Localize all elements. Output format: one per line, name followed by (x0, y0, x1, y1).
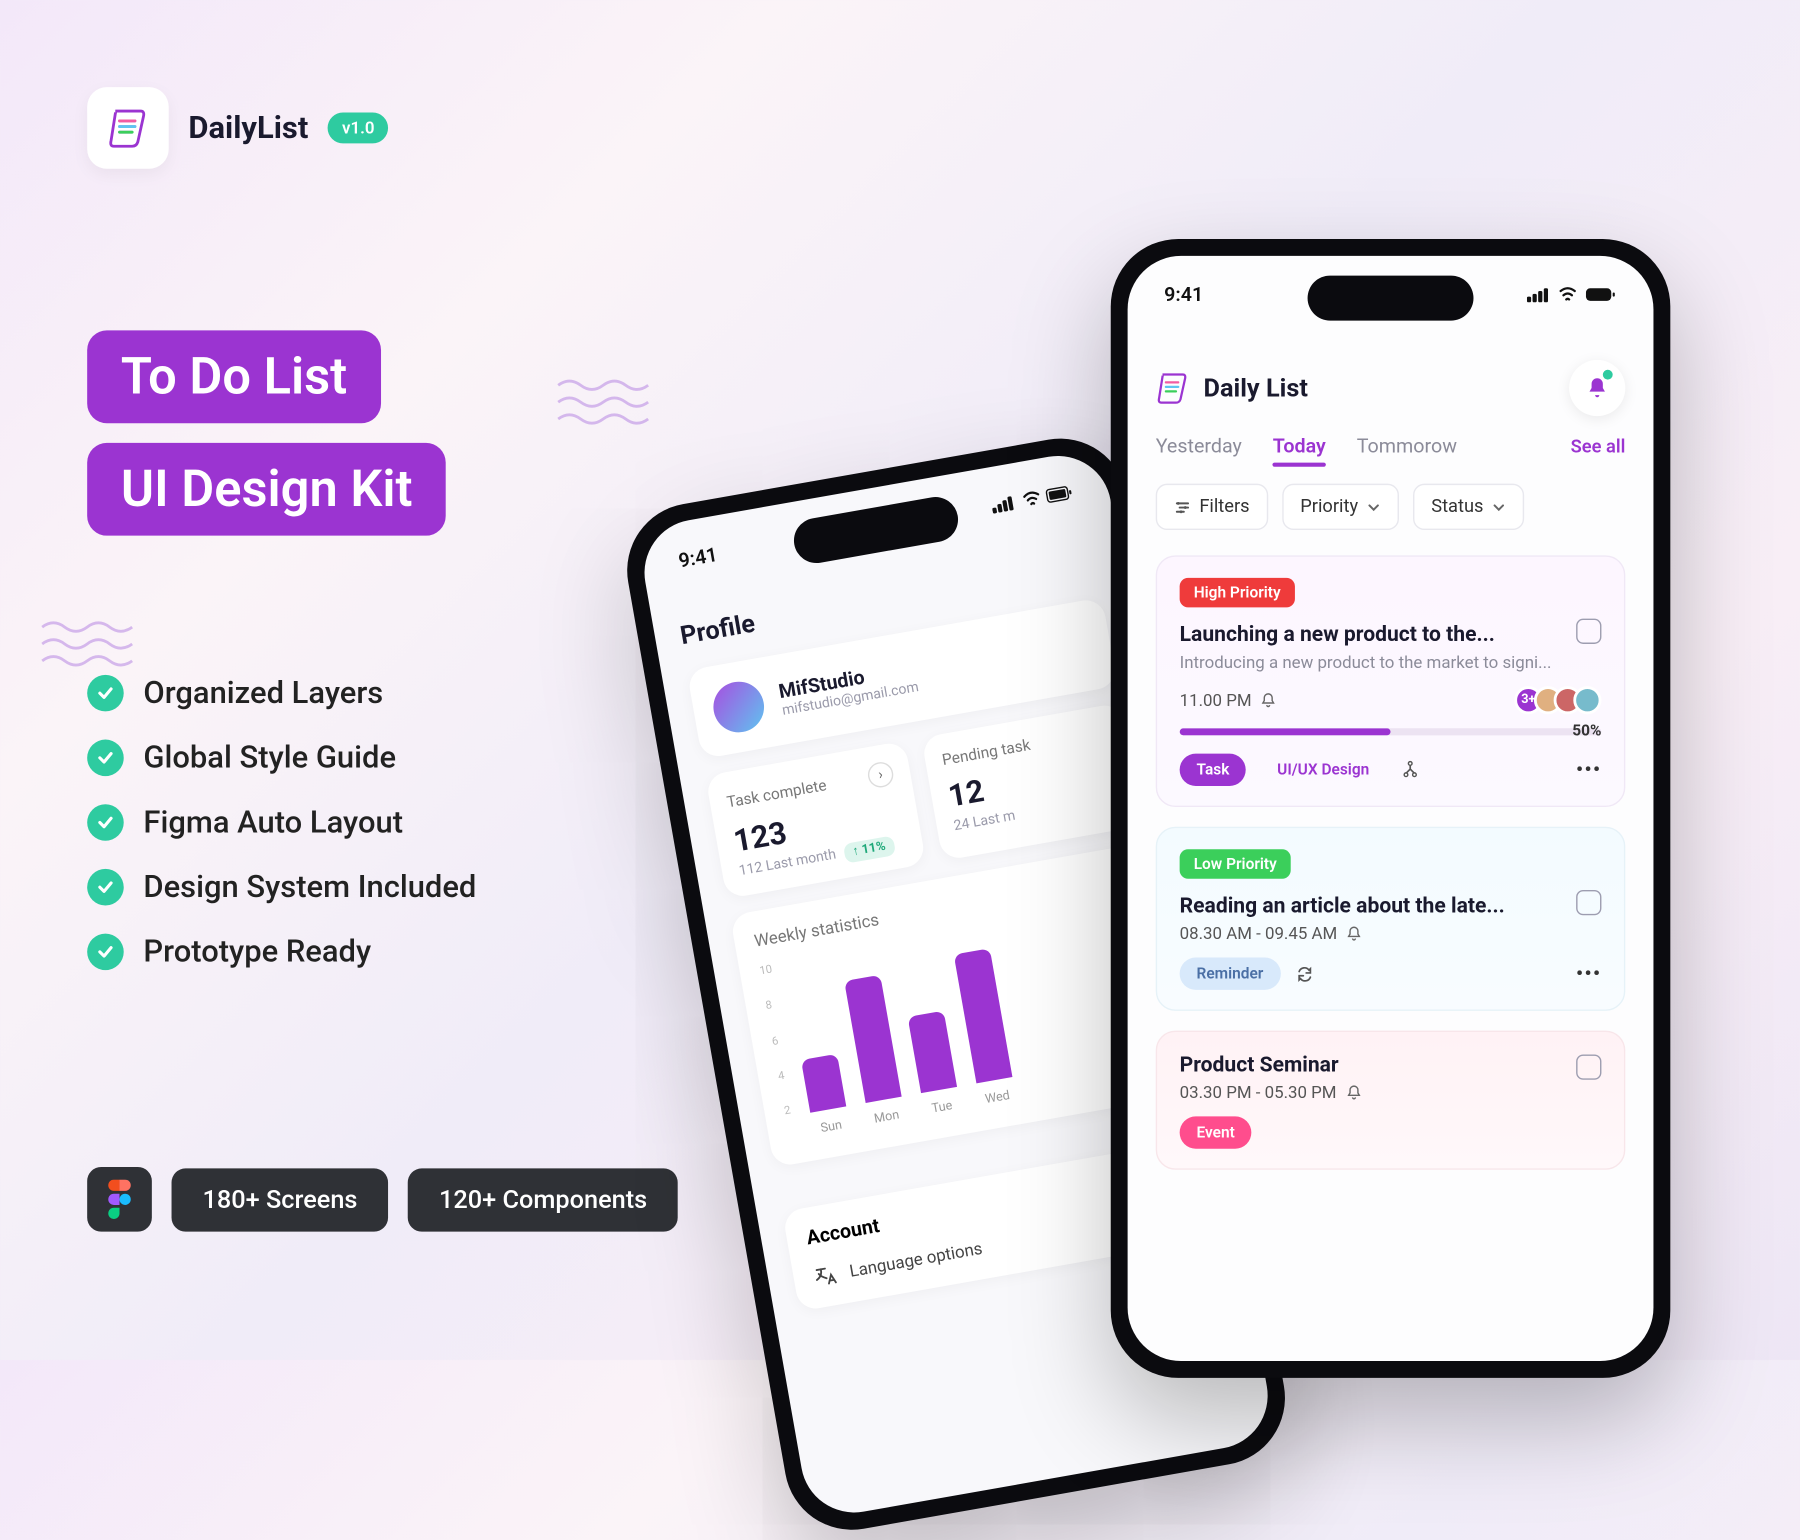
task-time: 08.30 AM - 09.45 AM (1180, 924, 1338, 944)
tag-task: Task (1180, 754, 1247, 786)
feature-label: Figma Auto Layout (143, 805, 403, 840)
screens-badge: 180+ Screens (172, 1168, 389, 1231)
brand-name: DailyList (188, 110, 308, 145)
task-desc: Introducing a new product to the market … (1180, 652, 1602, 672)
check-icon (87, 740, 124, 777)
task-time: 11.00 PM (1180, 690, 1252, 710)
stat-card-task-complete[interactable]: Task complete› 123 112 Last month↑ 11% (705, 741, 926, 899)
status-time: 9:41 (677, 544, 719, 573)
avatar (1573, 686, 1601, 714)
priority-badge: Low Priority (1180, 849, 1291, 879)
day-tabs: Yesterday Today Tommorow See all (1156, 436, 1626, 458)
bell-icon (1260, 692, 1277, 709)
task-card[interactable]: Low Priority Reading an article about th… (1156, 827, 1626, 1011)
tag-event: Event (1180, 1116, 1252, 1148)
see-all-link[interactable]: See all (1571, 437, 1626, 458)
chevron-down-icon (1367, 500, 1381, 514)
task-title: Launching a new product to the... (1180, 621, 1602, 646)
bar: Sun (801, 1053, 846, 1113)
status-time: 9:41 (1164, 284, 1203, 306)
feature-label: Organized Layers (143, 676, 383, 711)
brand-row: DailyList v1.0 (87, 87, 388, 169)
feature-item: Prototype Ready (87, 934, 476, 971)
subtask-icon (1400, 760, 1420, 780)
account-item-label: Language options (848, 1238, 984, 1281)
stat-card-pending[interactable]: Pending task 12 24 Last m (921, 702, 1142, 860)
translate-icon (812, 1263, 838, 1289)
checkbox[interactable] (1576, 890, 1601, 915)
feature-item: Organized Layers (87, 675, 476, 712)
wave-decoration (555, 377, 653, 428)
bar: Tue (908, 1011, 957, 1094)
assignees: 3+ (1523, 686, 1602, 714)
chevron-down-icon (1492, 500, 1506, 514)
app-logo-icon (1156, 371, 1190, 405)
check-icon (87, 675, 124, 712)
bar: Wed (954, 948, 1013, 1084)
app-title-text: Daily List (1204, 373, 1308, 403)
badge-row: 180+ Screens 120+ Components (87, 1167, 678, 1232)
headline-line-1: To Do List (87, 330, 381, 423)
status-chip[interactable]: Status (1413, 484, 1524, 530)
progress-pct: 50% (1180, 721, 1602, 739)
version-badge: v1.0 (328, 112, 389, 143)
sliders-icon (1174, 498, 1191, 515)
repeat-icon (1294, 964, 1314, 984)
feature-item: Figma Auto Layout (87, 804, 476, 841)
check-icon (87, 869, 124, 906)
bell-icon (1345, 1084, 1362, 1101)
components-badge: 120+ Components (408, 1168, 678, 1231)
headline-line-2: UI Design Kit (87, 443, 446, 536)
tag-reminder: Reminder (1180, 957, 1281, 989)
priority-badge: High Priority (1180, 578, 1295, 608)
chevron-right-icon[interactable]: › (866, 760, 895, 789)
tab-tomorrow[interactable]: Tommorow (1357, 436, 1457, 458)
task-card[interactable]: High Priority Launching a new product to… (1156, 555, 1626, 807)
feature-label: Design System Included (143, 870, 476, 905)
task-title: Product Seminar (1180, 1052, 1602, 1077)
check-icon (87, 934, 124, 971)
checkbox[interactable] (1576, 1055, 1601, 1080)
stat-label: Pending task (941, 736, 1032, 769)
status-icons (990, 484, 1073, 515)
notification-dot (1603, 370, 1613, 380)
chip-label: Status (1431, 496, 1483, 517)
status-icons (1527, 287, 1617, 304)
phone-notch (790, 493, 961, 566)
task-time: 03.30 PM - 05.30 PM (1180, 1083, 1337, 1103)
stat-label: Task complete (725, 775, 827, 811)
priority-chip[interactable]: Priority (1282, 484, 1399, 530)
figma-icon (87, 1167, 152, 1232)
feature-item: Design System Included (87, 869, 476, 906)
task-title: Reading an article about the late... (1180, 893, 1602, 918)
bar: Mon (844, 975, 901, 1103)
wave-decoration (39, 619, 137, 670)
feature-label: Global Style Guide (143, 740, 396, 775)
phone-notch (1308, 276, 1474, 321)
check-icon (87, 804, 124, 841)
avatar (709, 678, 768, 737)
tab-today[interactable]: Today (1273, 436, 1326, 458)
feature-item: Global Style Guide (87, 740, 476, 777)
tag-category: UI/UX Design (1260, 754, 1386, 786)
more-icon[interactable]: ••• (1576, 962, 1601, 984)
feature-label: Prototype Ready (143, 934, 371, 969)
chip-label: Priority (1300, 496, 1358, 517)
task-card[interactable]: Product Seminar 03.30 PM - 05.30 PM Even… (1156, 1031, 1626, 1170)
bell-icon (1346, 925, 1363, 942)
chip-label: Filters (1199, 496, 1249, 517)
app-logo (87, 87, 169, 169)
notification-button[interactable] (1569, 360, 1625, 416)
phone-mockup-list: 9:41 Daily List Yesterday Today (1111, 239, 1671, 1378)
app-title: Daily List (1156, 371, 1308, 405)
tab-yesterday[interactable]: Yesterday (1156, 436, 1242, 458)
filters-chip[interactable]: Filters (1156, 484, 1268, 530)
more-icon[interactable]: ••• (1576, 759, 1601, 781)
headline: To Do List UI Design Kit (87, 330, 446, 535)
checkbox[interactable] (1576, 619, 1601, 644)
feature-list: Organized Layers Global Style Guide Figm… (87, 675, 476, 970)
